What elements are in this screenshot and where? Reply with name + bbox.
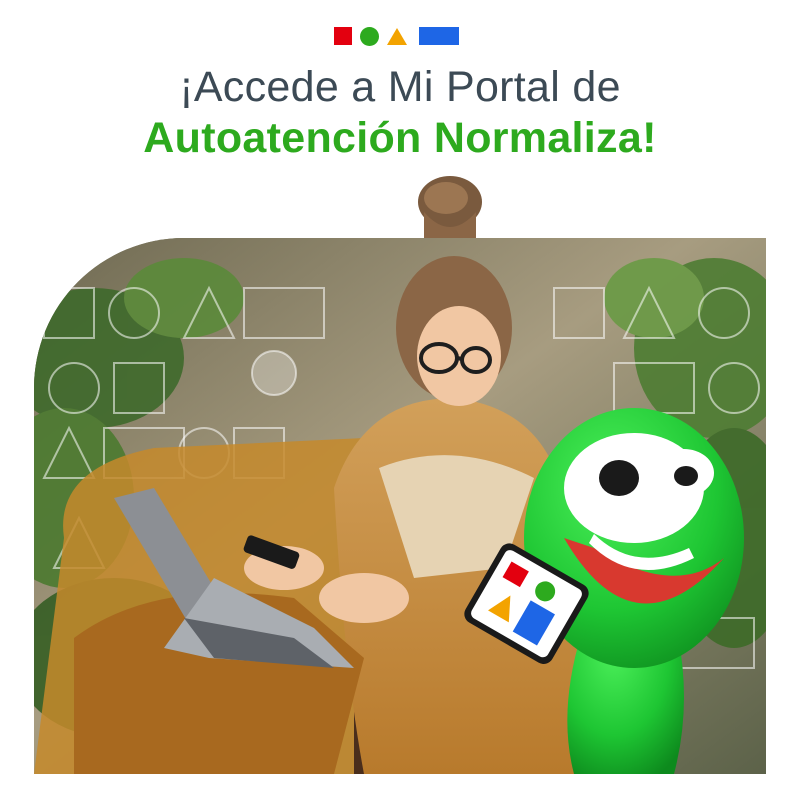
hero-photo bbox=[34, 238, 766, 774]
hair-bun bbox=[418, 176, 482, 242]
red-square-icon bbox=[334, 27, 352, 45]
green-circle-icon bbox=[360, 26, 379, 46]
photo-illustration bbox=[34, 238, 766, 774]
headline-line-1: ¡Accede a Mi Portal de bbox=[179, 63, 621, 111]
headline-line-2: Autoatención Normaliza! bbox=[143, 114, 657, 162]
headline: ¡Accede a Mi Portal de Autoatención Norm… bbox=[0, 62, 800, 164]
blue-rectangle-icon bbox=[419, 27, 459, 45]
brand-shapes bbox=[334, 26, 459, 46]
yellow-triangle-icon bbox=[387, 27, 407, 45]
